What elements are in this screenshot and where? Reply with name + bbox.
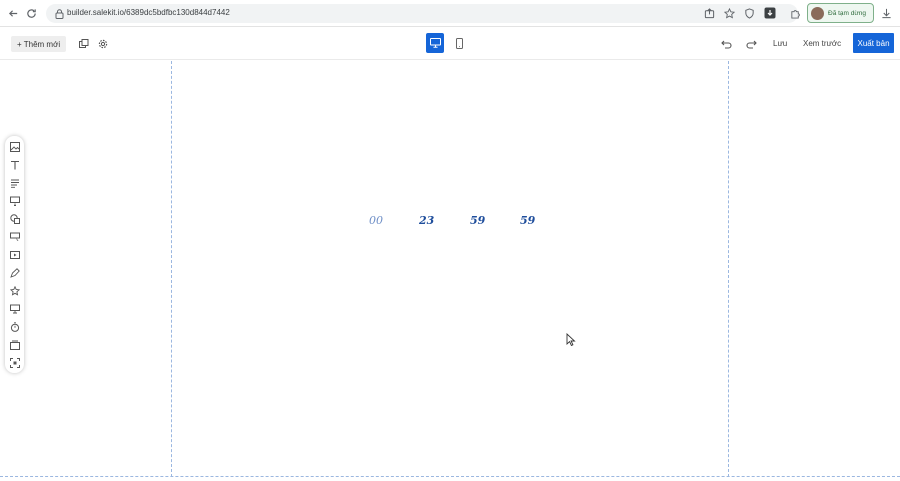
paused-label: Đã tạm dừng [828,9,866,17]
mouse-cursor-icon [566,332,576,351]
element-toolbox [5,136,24,373]
mobile-view-button[interactable] [453,35,465,51]
paragraph-icon[interactable] [8,176,21,189]
section-guide-left [171,61,172,477]
publish-button[interactable]: Xuất bản [853,33,894,53]
settings-gear-icon[interactable] [96,37,110,51]
countdown-days[interactable]: 00 [369,214,383,227]
lock-icon[interactable] [52,7,66,21]
star-icon[interactable] [8,284,21,297]
download-icon[interactable] [879,6,893,20]
shield-icon[interactable] [742,6,756,20]
profile-paused-button[interactable]: Đã tạm dừng [807,3,874,23]
copy-icon[interactable] [77,37,91,51]
mobile-icon [455,37,463,49]
editor-canvas[interactable] [0,61,900,481]
countdown-minutes[interactable]: 59 [470,214,485,227]
address-bar[interactable]: builder.salekit.io/6389dc5bdfbc130d844d7… [46,4,798,23]
slider-icon[interactable] [8,302,21,315]
reload-icon[interactable] [23,5,39,21]
undo-icon[interactable] [719,37,733,51]
redo-icon[interactable] [744,37,758,51]
back-icon[interactable] [5,5,21,21]
desktop-view-button[interactable] [426,33,444,53]
gallery-icon[interactable] [8,338,21,351]
image-icon[interactable] [8,140,21,153]
text-icon[interactable] [8,158,21,171]
section-guide-bottom [0,476,900,477]
avatar [811,6,824,20]
builder-toolbar: + Thêm mới Lưu Xem trước Xuất bản [0,27,900,60]
url-text[interactable]: builder.salekit.io/6389dc5bdfbc130d844d7… [67,8,230,17]
star-icon[interactable] [722,6,736,20]
timer-icon[interactable] [8,320,21,333]
extension-download-icon[interactable] [763,6,777,20]
button-icon[interactable] [8,230,21,243]
draw-icon[interactable] [8,266,21,279]
countdown-seconds[interactable]: 59 [520,214,535,227]
desktop-icon [429,38,441,48]
frame-icon[interactable] [8,356,21,369]
form-icon[interactable] [8,194,21,207]
preview-button[interactable]: Xem trước [803,39,841,48]
shapes-icon[interactable] [8,212,21,225]
puzzle-icon[interactable] [788,6,802,20]
share-icon[interactable] [702,6,716,20]
countdown-hours[interactable]: 23 [419,214,434,227]
video-icon[interactable] [8,248,21,261]
browser-toolbar: builder.salekit.io/6389dc5bdfbc130d844d7… [0,0,900,27]
save-button[interactable]: Lưu [773,39,787,48]
section-guide-right [728,61,729,477]
add-new-button[interactable]: + Thêm mới [11,36,67,52]
